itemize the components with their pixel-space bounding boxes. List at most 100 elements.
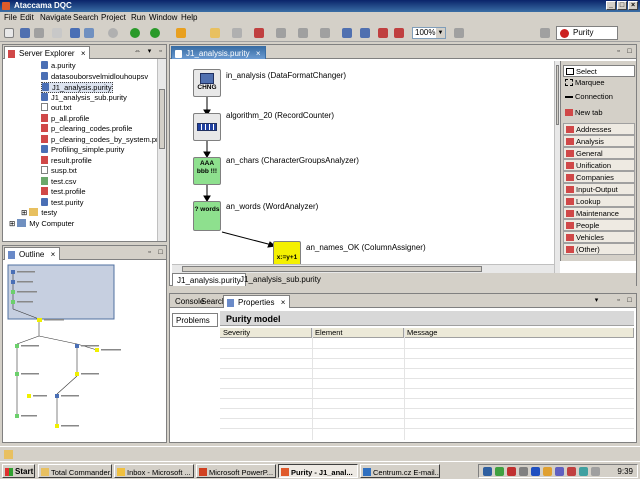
column-header-element[interactable]: Element — [312, 328, 404, 338]
server-explorer-scrollbar[interactable] — [157, 59, 166, 241]
tree-item[interactable]: p_clearing_codes_by_system.pro — [41, 134, 163, 146]
menu-edit[interactable]: Edit — [20, 13, 34, 22]
zoom-select[interactable]: 100% ▼ — [412, 27, 446, 39]
close-icon[interactable]: × — [281, 298, 286, 307]
task-total-commander[interactable]: Total Commander... — [38, 464, 112, 478]
node-in-analysis[interactable]: CHNG — [193, 69, 221, 97]
page-tab-j1-analysis[interactable]: J1_analysis.purity — [172, 273, 246, 286]
print-icon[interactable] — [52, 28, 62, 38]
menu-window[interactable]: Window — [149, 13, 177, 22]
menu-run[interactable]: Run — [131, 13, 146, 22]
expand-icon[interactable]: ⊞ — [21, 208, 27, 217]
tray-app-icon[interactable] — [567, 467, 576, 476]
menu-file[interactable]: File — [4, 13, 17, 22]
save-icon[interactable] — [20, 28, 30, 38]
back-icon[interactable] — [298, 28, 308, 38]
menu-search[interactable]: Search — [73, 13, 98, 22]
column-header-message[interactable]: Message — [404, 328, 634, 338]
start-button[interactable]: Start — [2, 464, 35, 478]
minimize-button[interactable]: _ — [606, 1, 616, 10]
server-icon[interactable] — [84, 28, 94, 38]
task-powerpoint[interactable]: Microsoft PowerP... — [196, 464, 276, 478]
fast-view-icon[interactable] — [4, 450, 13, 459]
tray-messenger-icon[interactable] — [555, 467, 564, 476]
open-folder-icon[interactable] — [210, 28, 220, 38]
subtab-problems[interactable]: Problems — [172, 313, 218, 327]
node-an-words[interactable]: ? words — [193, 201, 221, 231]
zoom-in-icon[interactable] — [394, 28, 404, 38]
diagram-canvas[interactable]: CHNG in_analysis (DataFormatChanger) alg… — [172, 61, 556, 273]
palette-category-analysis[interactable]: Analysis — [563, 135, 635, 147]
layout-icon[interactable] — [342, 28, 352, 38]
scroll-thumb[interactable] — [182, 266, 482, 272]
task-purity[interactable]: Purity - J1_anal... — [278, 464, 358, 478]
tree-item[interactable]: test.profile — [41, 187, 86, 198]
minimize-view-icon[interactable]: ▫ — [145, 248, 154, 257]
view-menu-icon[interactable]: ▾ — [145, 47, 154, 56]
tree-item[interactable]: test.csv — [41, 176, 76, 188]
maximize-view-icon[interactable]: □ — [156, 248, 165, 257]
new-file-icon[interactable] — [4, 28, 14, 38]
palette-category-maintenance[interactable]: Maintenance — [563, 207, 635, 219]
minimize-view-icon[interactable]: ▫ — [614, 296, 623, 305]
tray-battery-icon[interactable] — [591, 467, 600, 476]
tab-properties[interactable]: Properties × — [223, 295, 291, 308]
tree-item[interactable]: test.purity — [41, 197, 84, 209]
tray-sync-icon[interactable] — [579, 467, 588, 476]
close-button[interactable]: × — [628, 1, 638, 10]
tree-item[interactable]: datasouborsvelmidlouhoupsv — [41, 71, 148, 83]
close-icon[interactable]: × — [256, 49, 261, 58]
perspective-purity-button[interactable]: Purity — [556, 26, 618, 40]
tree-item[interactable]: p_clearing_codes.profile — [41, 124, 132, 135]
tree-item-folder[interactable]: ⊞ testy — [21, 208, 57, 219]
menu-navigate[interactable]: Navigate — [40, 13, 72, 22]
view-menu-icon[interactable]: ▾ — [592, 296, 601, 305]
scroll-thumb[interactable] — [556, 65, 559, 125]
tab-outline[interactable]: Outline × — [4, 247, 61, 260]
palette-category-general[interactable]: General — [563, 147, 635, 159]
outline-thumbnail[interactable] — [7, 264, 145, 440]
palette-marquee-tool[interactable]: Marquee — [563, 77, 635, 89]
collapse-all-icon[interactable]: ⇔ — [133, 47, 142, 56]
column-header-severity[interactable]: Severity — [220, 328, 312, 338]
close-icon[interactable]: × — [51, 250, 56, 259]
maximize-view-icon[interactable]: □ — [625, 47, 634, 56]
maximize-view-icon[interactable]: □ — [625, 296, 634, 305]
open-perspective-icon[interactable] — [540, 28, 550, 38]
tree-item[interactable]: Profiling_simple.purity — [41, 145, 124, 156]
run-icon[interactable] — [130, 28, 140, 38]
palette-category-other[interactable]: (Other) — [563, 243, 635, 255]
page-tab-j1-analysis-sub[interactable]: J1_analysis_sub.purity — [236, 273, 325, 286]
palette-category-companies[interactable]: Companies — [563, 171, 635, 183]
palette-category-unification[interactable]: Unification — [563, 159, 635, 171]
minimize-view-icon[interactable]: ▫ — [614, 47, 623, 56]
forward-icon[interactable] — [320, 28, 330, 38]
deploy-icon[interactable] — [70, 28, 80, 38]
tree-item[interactable]: susp.txt — [41, 166, 77, 177]
tray-volume-icon[interactable] — [519, 467, 528, 476]
diagram-hscrollbar[interactable] — [172, 264, 556, 273]
palette-category-lookup[interactable]: Lookup — [563, 195, 635, 207]
tray-update-icon[interactable] — [543, 467, 552, 476]
close-icon[interactable]: × — [81, 49, 86, 58]
task-centrum-email[interactable]: Centrum.cz E-mail... — [360, 464, 440, 478]
zoom-out-icon[interactable] — [378, 28, 388, 38]
node-an-chars[interactable]: AAA bbb !!! — [193, 157, 221, 185]
expand-icon[interactable]: ⊞ — [9, 219, 15, 228]
search-icon[interactable] — [254, 28, 264, 38]
tray-antivirus-icon[interactable] — [507, 467, 516, 476]
tree-item-selected[interactable]: J1_analysis.purity — [41, 82, 113, 93]
scroll-thumb[interactable] — [159, 89, 165, 149]
menu-help[interactable]: Help — [181, 13, 197, 22]
save-all-icon[interactable] — [34, 28, 44, 38]
tree-item[interactable]: result.profile — [41, 155, 92, 167]
open-type-icon[interactable] — [232, 28, 242, 38]
next-annotation-icon[interactable] — [276, 28, 286, 38]
menu-project[interactable]: Project — [101, 13, 126, 22]
tray-bluetooth-icon[interactable] — [531, 467, 540, 476]
tray-security-icon[interactable] — [495, 467, 504, 476]
task-inbox[interactable]: Inbox - Microsoft ... — [114, 464, 194, 478]
palette-category-vehicles[interactable]: Vehicles — [563, 231, 635, 243]
palette-connection-tool[interactable]: Connection — [563, 91, 635, 103]
debug-icon[interactable] — [108, 28, 118, 38]
